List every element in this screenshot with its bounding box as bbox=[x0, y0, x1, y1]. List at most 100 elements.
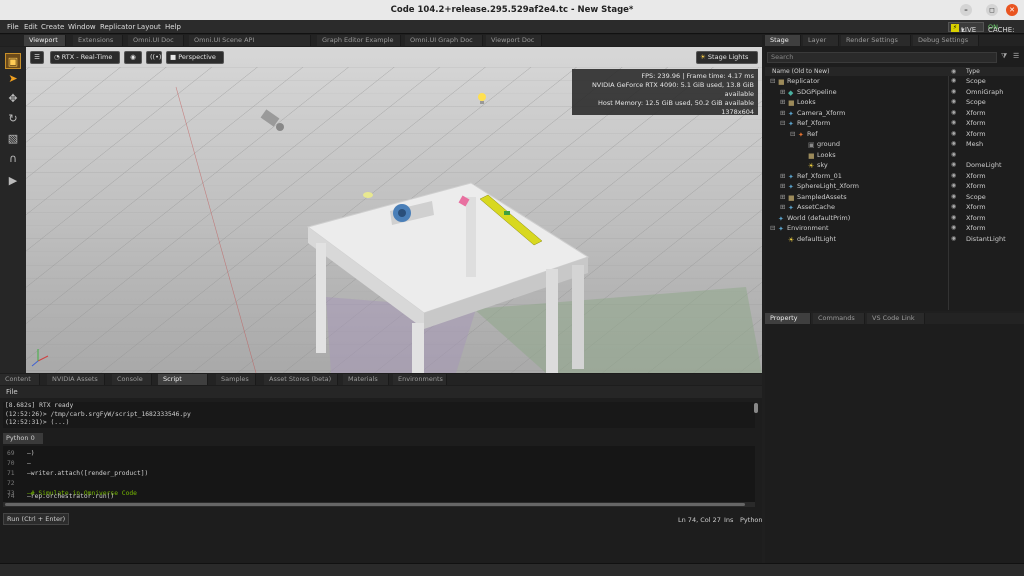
visibility-eye-icon[interactable]: ◉ bbox=[951, 118, 956, 129]
stage-row-ground[interactable]: ▣ ground ◉ Mesh bbox=[765, 139, 1024, 150]
stage-search-input[interactable]: Search bbox=[767, 52, 997, 63]
stage-row-world-defaultprim[interactable]: ✦ World (defaultPrim) ◉ Xform bbox=[765, 213, 1024, 224]
select-mode-icon[interactable]: ▣ bbox=[5, 53, 21, 69]
tab-graph-editor[interactable]: Graph Editor Example bbox=[317, 35, 401, 46]
renderer-button[interactable]: ◔ RTX - Real-Time bbox=[50, 51, 120, 64]
visibility-eye-icon[interactable]: ◉ bbox=[951, 223, 956, 234]
tab-scene-api-doc[interactable]: Omni.UI Scene API Documentation bbox=[189, 35, 311, 55]
stage-row-environment[interactable]: ⊟ ✦ Environment ◉ Xform bbox=[765, 223, 1024, 234]
stage-row-ref[interactable]: ⊟ ✦ Ref ◉ Xform bbox=[765, 129, 1024, 140]
tab-viewport-doc[interactable]: Viewport Doc bbox=[486, 35, 542, 46]
rotate-icon[interactable]: ↻ bbox=[5, 111, 21, 127]
stage-row-looks[interactable]: ⊞ ■ Looks ◉ Scope bbox=[765, 97, 1024, 108]
visibility-eye-icon[interactable]: ◉ bbox=[951, 213, 956, 224]
visibility-eye-icon[interactable]: ◉ bbox=[951, 129, 956, 140]
run-button[interactable]: Run (Ctrl + Enter) bbox=[3, 513, 69, 525]
settings-icon[interactable]: ☰ bbox=[30, 51, 44, 64]
visibility-eye-icon[interactable]: ◉ bbox=[951, 181, 956, 192]
tab-samples[interactable]: Samples bbox=[216, 374, 256, 385]
minimize-button[interactable]: – bbox=[960, 4, 972, 16]
expand-toggle-icon[interactable]: ⊞ bbox=[780, 108, 788, 119]
options-icon[interactable]: ☰ bbox=[1013, 52, 1019, 60]
expand-toggle-icon[interactable]: ⊞ bbox=[780, 202, 788, 213]
tab-script-editor[interactable]: Script Editor bbox=[158, 374, 208, 394]
tab-property[interactable]: Property bbox=[765, 313, 811, 324]
col-type-header[interactable]: Type bbox=[966, 67, 980, 76]
col-name-header[interactable]: Name (Old to New) bbox=[772, 67, 829, 76]
expand-toggle-icon[interactable]: ⊟ bbox=[790, 129, 798, 140]
visibility-eye-icon[interactable]: ◉ bbox=[951, 234, 956, 245]
visibility-eye-icon[interactable]: ◉ bbox=[951, 97, 956, 108]
stage-row-sky[interactable]: ☀ sky ◉ DomeLight bbox=[765, 160, 1024, 171]
expand-toggle-icon[interactable]: ⊟ bbox=[770, 223, 778, 234]
tab-materials[interactable]: Materials bbox=[343, 374, 389, 385]
menu-file[interactable]: File bbox=[7, 23, 19, 31]
tab-render-settings[interactable]: Render Settings bbox=[841, 35, 911, 46]
visibility-eye-icon[interactable]: ◉ bbox=[951, 160, 956, 171]
visibility-eye-icon[interactable]: ◉ bbox=[951, 87, 956, 98]
stage-row-sdgpipeline[interactable]: ⊞ ◆ SDGPipeline ◉ OmniGraph bbox=[765, 87, 1024, 98]
visibility-eye-icon[interactable]: ◉ bbox=[951, 192, 956, 203]
stage-row-assetcache[interactable]: ⊞ ✦ AssetCache ◉ Xform bbox=[765, 202, 1024, 213]
visibility-eye-icon[interactable]: ◉ bbox=[951, 171, 956, 182]
stage-row-spherelight-xform[interactable]: ⊞ ✦ SphereLight_Xform ◉ Xform bbox=[765, 181, 1024, 192]
filter-icon[interactable]: ⧩ bbox=[1001, 52, 1007, 61]
stage-row-ref-xform[interactable]: ⊟ ✦ Ref_Xform ◉ Xform bbox=[765, 118, 1024, 129]
broadcast-icon[interactable]: ((•)) bbox=[146, 51, 164, 64]
move-icon[interactable]: ✥ bbox=[5, 91, 21, 107]
stage-row-camera-xform[interactable]: ⊞ ✦ Camera_Xform ◉ Xform bbox=[765, 108, 1024, 119]
tab-extensions[interactable]: Extensions bbox=[73, 35, 123, 46]
stage-row-ref-xform-01[interactable]: ⊞ ✦ Ref_Xform_01 ◉ Xform bbox=[765, 171, 1024, 182]
stage-row-replicator[interactable]: ⊟ ■ Replicator ◉ Scope bbox=[765, 76, 1024, 87]
tab-viewport[interactable]: Viewport bbox=[24, 35, 66, 46]
tab-vscode-link[interactable]: VS Code Link bbox=[867, 313, 925, 324]
expand-toggle-icon[interactable]: ⊟ bbox=[780, 118, 788, 129]
menu-create[interactable]: Create bbox=[41, 23, 64, 31]
tab-content[interactable]: Content bbox=[0, 374, 40, 385]
visibility-eye-icon[interactable]: ◉ bbox=[951, 202, 956, 213]
stage-row-looks[interactable]: ■ Looks ◉ bbox=[765, 150, 1024, 161]
menu-edit[interactable]: Edit bbox=[24, 23, 38, 31]
menu-layout[interactable]: Layout bbox=[137, 23, 161, 31]
snap-icon[interactable]: ∩ bbox=[5, 151, 21, 167]
expand-toggle-icon[interactable]: ⊞ bbox=[780, 192, 788, 203]
expand-toggle-icon[interactable]: ⊞ bbox=[780, 97, 788, 108]
tab-console[interactable]: Console bbox=[112, 374, 152, 385]
tab-stage[interactable]: Stage bbox=[765, 35, 801, 46]
eye-icon[interactable]: ◉ bbox=[124, 51, 142, 64]
tab-debug-settings[interactable]: Debug Settings bbox=[913, 35, 979, 46]
script-file-menu[interactable]: File bbox=[6, 388, 18, 396]
scale-icon[interactable]: ▧ bbox=[5, 131, 21, 147]
expand-toggle-icon[interactable]: ⊟ bbox=[770, 76, 778, 87]
tab-omni-ui-doc[interactable]: Omni.UI Doc bbox=[128, 35, 184, 46]
visibility-eye-icon[interactable]: ◉ bbox=[951, 139, 956, 150]
visibility-eye-icon[interactable]: ◉ bbox=[951, 76, 956, 87]
tab-asset-stores[interactable]: Asset Stores (beta) bbox=[264, 374, 338, 385]
code-hscrollbar[interactable] bbox=[3, 502, 755, 507]
visibility-eye-icon[interactable]: ◉ bbox=[951, 150, 956, 161]
tab-commands[interactable]: Commands bbox=[813, 313, 865, 324]
menu-replicator[interactable]: Replicator bbox=[100, 23, 135, 31]
tab-nvidia-assets[interactable]: NVIDIA Assets bbox=[47, 374, 105, 385]
menu-help[interactable]: Help bbox=[165, 23, 181, 31]
live-button[interactable]: ⚡ LIVE ▾ bbox=[948, 22, 984, 34]
tab-graph-doc[interactable]: Omni.UI Graph Doc bbox=[405, 35, 483, 46]
stage-row-defaultlight[interactable]: ☀ defaultLight ◉ DistantLight bbox=[765, 234, 1024, 245]
camera-button[interactable]: ■ Perspective bbox=[166, 51, 224, 64]
stage-row-sampledassets[interactable]: ⊞ ■ SampledAssets ◉ Scope bbox=[765, 192, 1024, 203]
visibility-eye-icon[interactable]: ◉ bbox=[951, 108, 956, 119]
viewport[interactable]: ☰ ◔ RTX - Real-Time ◉ ((•)) ■ Perspectiv… bbox=[26, 47, 762, 373]
select-arrow-icon[interactable]: ➤ bbox=[5, 71, 21, 87]
close-button[interactable]: ✕ bbox=[1006, 4, 1018, 16]
expand-toggle-icon[interactable]: ⊞ bbox=[780, 87, 788, 98]
expand-toggle-icon[interactable]: ⊞ bbox=[780, 171, 788, 182]
tab-environments[interactable]: Environments bbox=[393, 374, 447, 385]
console-scrollbar[interactable] bbox=[754, 403, 758, 413]
menu-window[interactable]: Window bbox=[68, 23, 96, 31]
tab-layer[interactable]: Layer bbox=[803, 35, 839, 46]
stage-lights-button[interactable]: ☀ Stage Lights bbox=[696, 51, 758, 64]
tab-python-0[interactable]: Python 0 bbox=[3, 433, 43, 444]
play-icon[interactable]: ▶ bbox=[5, 173, 21, 189]
expand-toggle-icon[interactable]: ⊞ bbox=[780, 181, 788, 192]
maximize-button[interactable]: ◻ bbox=[986, 4, 998, 16]
